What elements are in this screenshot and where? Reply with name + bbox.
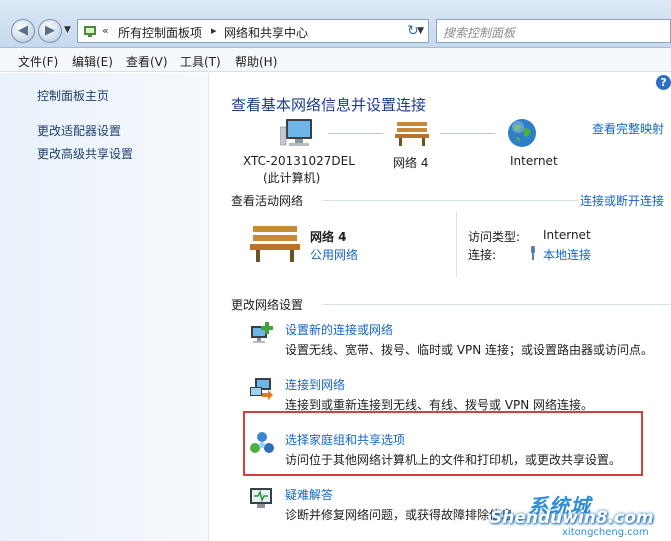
connect-network-icon xyxy=(250,378,273,400)
recent-pages-dropdown-icon[interactable]: ▼ xyxy=(64,25,71,35)
computer-name: XTC-20131027DEL xyxy=(243,154,355,168)
homegroup-icon xyxy=(250,432,274,453)
new-connection-icon xyxy=(251,322,273,343)
section-divider xyxy=(322,200,578,201)
sidebar-item-home[interactable]: 控制面板主页 xyxy=(37,87,109,104)
page-title: 查看基本网络信息并设置连接 xyxy=(231,96,427,114)
access-type-value: Internet xyxy=(543,228,591,242)
help-button[interactable]: ? xyxy=(656,75,671,90)
menu-edit[interactable]: 编辑(E) xyxy=(72,53,113,70)
task-connect-network[interactable]: 连接到网络 xyxy=(285,376,345,393)
network-name: 网络 4 xyxy=(310,230,347,244)
task-homegroup-sharing-desc: 访问位于其他网络计算机上的文件和打印机，或更改共享设置。 xyxy=(285,453,622,467)
crumb-network-center[interactable]: 网络和共享中心 xyxy=(224,24,308,41)
connect-disconnect-link[interactable]: 连接或断开连接 xyxy=(580,192,664,209)
search-placeholder: 搜索控制面板 xyxy=(443,26,516,40)
forward-arrow-icon: ▶ xyxy=(45,23,55,38)
refresh-button[interactable]: ↻ xyxy=(402,19,424,43)
menu-view[interactable]: 查看(V) xyxy=(126,53,168,70)
menu-tools[interactable]: 工具(T) xyxy=(180,53,221,70)
internet-node-label: Internet xyxy=(510,154,558,168)
help-icon: ? xyxy=(660,76,667,89)
access-type-label: 访问类型: xyxy=(468,230,521,244)
map-connector xyxy=(440,133,495,134)
task-troubleshoot[interactable]: 疑难解答 xyxy=(285,486,333,503)
watermark-main-text: Shenduwin8.com xyxy=(490,508,654,528)
menu-bar: 文件(F) 编辑(E) 查看(V) 工具(T) 帮助(H) xyxy=(0,48,671,72)
search-input[interactable]: 搜索控制面板 xyxy=(436,19,671,43)
watermark-sub-text: xitongcheng.com xyxy=(562,527,649,538)
task-new-connection-desc: 设置无线、宽带、拨号、临时或 VPN 连接；或设置路由器或访问点。 xyxy=(285,343,654,357)
refresh-icon: ↻ xyxy=(407,23,419,39)
sidebar-item-adapter-settings[interactable]: 更改适配器设置 xyxy=(37,122,121,139)
crumb-all-control-panel[interactable]: 所有控制面板项 xyxy=(118,24,202,41)
connection-label: 连接: xyxy=(468,248,497,262)
computer-icon xyxy=(280,119,312,146)
menu-help[interactable]: 帮助(H) xyxy=(235,53,277,70)
view-full-map-link[interactable]: 查看完整映射 xyxy=(592,120,664,137)
computer-sublabel: (此计算机) xyxy=(263,171,321,185)
bench-icon xyxy=(250,226,300,262)
address-bar: ◀ ▶ ▼ « 所有控制面板项 ▸ 网络和共享中心 ▼ ↻ 搜索控制面板 xyxy=(0,0,671,48)
troubleshoot-icon xyxy=(250,488,272,508)
breadcrumb[interactable]: « 所有控制面板项 ▸ 网络和共享中心 ▼ xyxy=(77,19,429,43)
overflow-chevron-icon[interactable]: « xyxy=(102,24,109,37)
sidebar: 控制面板主页 更改适配器设置 更改高级共享设置 xyxy=(0,73,209,541)
change-settings-label: 更改网络设置 xyxy=(231,298,304,312)
task-new-connection[interactable]: 设置新的连接或网络 xyxy=(285,321,393,338)
network-type-link[interactable]: 公用网络 xyxy=(310,246,358,263)
active-networks-label: 查看活动网络 xyxy=(231,194,304,208)
back-button[interactable]: ◀ xyxy=(11,19,35,43)
network-node-label: 网络 4 xyxy=(393,156,429,170)
menu-file[interactable]: 文件(F) xyxy=(18,53,58,70)
back-arrow-icon: ◀ xyxy=(18,23,28,38)
crumb-separator-icon[interactable]: ▸ xyxy=(211,24,217,37)
bench-icon xyxy=(395,122,429,146)
map-connector xyxy=(328,133,383,134)
sidebar-item-advanced-sharing[interactable]: 更改高级共享设置 xyxy=(37,145,133,162)
forward-button[interactable]: ▶ xyxy=(38,19,62,43)
task-troubleshoot-desc: 诊断并修复网络问题，或获得故障排除信息。 xyxy=(285,508,526,522)
main-content: ? 查看基本网络信息并设置连接 查看完整映射 XTC-20131027DEL (… xyxy=(210,73,671,541)
network-divider xyxy=(456,212,457,277)
globe-icon xyxy=(508,119,536,147)
ethernet-icon xyxy=(531,246,535,260)
watermark-logo: 系统城 Shenduwin8.com xitongcheng.com xyxy=(490,488,671,541)
local-connection-link[interactable]: 本地连接 xyxy=(543,246,591,263)
task-homegroup-sharing[interactable]: 选择家庭组和共享选项 xyxy=(285,431,405,448)
section-divider xyxy=(322,304,671,305)
control-panel-icon xyxy=(84,26,96,37)
